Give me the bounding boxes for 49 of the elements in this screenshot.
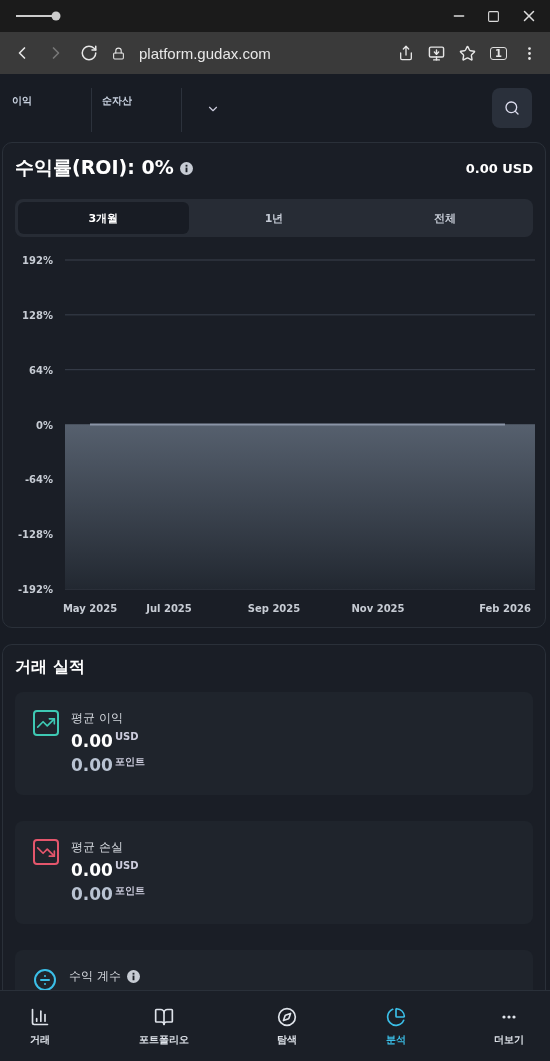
search-button[interactable] [492,88,532,128]
nav-item[interactable]: 포트폴리오 [132,991,195,1061]
stat-label: 평균 손실 [71,839,123,856]
divide-icon [33,968,57,990]
info-icon[interactable] [126,970,140,983]
y-axis-label: -128% [17,529,53,541]
roi-title: 수익률(ROI): 0% [15,155,174,180]
y-axis-label: -192% [17,584,53,595]
monitor-download-icon[interactable] [428,44,446,62]
pie-chart-icon [385,1007,406,1027]
share-icon[interactable] [398,45,415,61]
maximize-icon[interactable] [487,9,500,23]
lock-icon [112,46,125,60]
stat-label: 수익 계수 [69,968,121,985]
header-tab[interactable]: 이익 [12,88,92,132]
x-axis-label: Feb 2026 [479,603,531,614]
nav-item[interactable]: 탐색 [271,991,303,1061]
period-tab[interactable]: 전체 [359,202,530,234]
x-axis-label: Sep 2025 [247,603,301,614]
x-axis-label: Nov 2025 [351,603,405,614]
more-icon [502,1015,516,1019]
nav-item[interactable]: 거래 [24,991,56,1061]
compass-icon [277,1007,297,1027]
book-icon [153,1007,174,1027]
period-tab[interactable]: 3개월 [18,202,189,234]
x-axis-label: May 2025 [62,603,118,614]
y-axis-label: -64% [24,474,53,486]
y-axis-label: 0% [36,419,53,431]
info-icon[interactable] [179,161,193,175]
nav-item[interactable]: 더보기 [488,991,530,1061]
search-icon [504,100,520,116]
y-axis-label: 64% [29,364,53,376]
y-axis-label: 192% [22,255,53,266]
star-icon[interactable] [459,44,477,62]
slider-icon[interactable] [16,11,62,21]
tab-count[interactable]: 1 [490,46,507,60]
header-tab[interactable]: 순자산 [102,88,182,132]
trend-up-icon [33,710,59,736]
period-tab[interactable]: 1년 [188,202,360,234]
signal-bars-icon [30,1007,50,1027]
url-text[interactable]: platform.gudax.com [139,44,385,62]
roi-amount: 0.00 USD [465,160,533,176]
section-title: 거래 실적 [15,657,86,678]
x-axis-label: Jul 2025 [146,603,192,614]
nav-item[interactable]: 분석 [379,991,412,1061]
stat-label: 평균 이익 [71,710,123,727]
trend-down-icon [33,839,59,865]
y-axis-label: 128% [22,309,53,321]
reload-icon[interactable] [80,44,98,62]
